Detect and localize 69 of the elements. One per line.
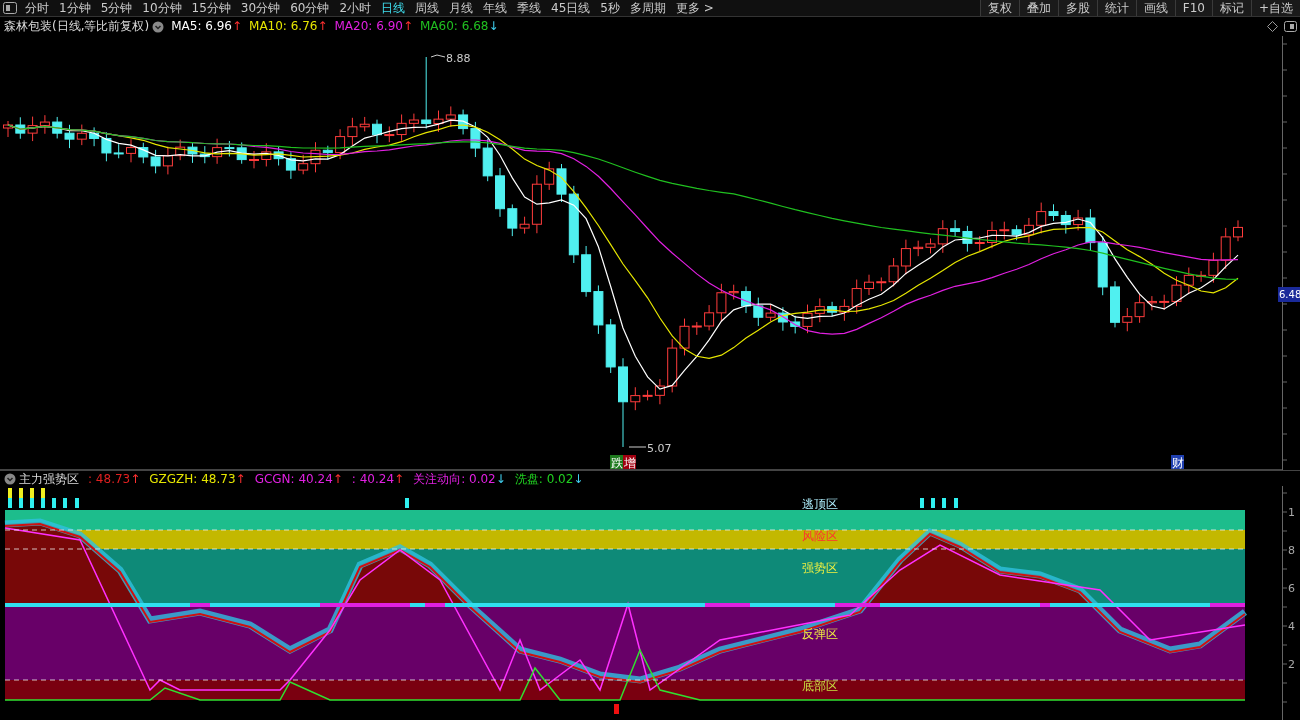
signal-marker: 跌 [610, 455, 623, 470]
stock-title: 森林包装(日线,等比前复权) [4, 18, 150, 35]
zone-label: 风险区 [802, 529, 838, 543]
toolbar-button[interactable]: 画线 [1135, 0, 1175, 16]
indicator-reading: GZGZH: 48.73 [149, 470, 236, 487]
trend-arrow: ↑ [332, 470, 343, 487]
toolbar-button[interactable]: 多股 [1057, 0, 1097, 16]
indicator-reading: : 40.24 [351, 470, 395, 487]
toolbar-button[interactable]: +自选 [1250, 0, 1300, 16]
axis-label: 8 [1288, 544, 1295, 557]
period-tab[interactable]: 多周期 [624, 0, 671, 16]
moving-average-value: MA60: 6.68 [420, 18, 489, 35]
moving-average-value: MA20: 6.90 [334, 18, 403, 35]
period-tab[interactable]: 季线 [512, 0, 547, 16]
indicator-reading: 关注动向: 0.02 [413, 470, 496, 487]
toolbar-button[interactable]: 标记 [1211, 0, 1251, 16]
panel-toggle-icon[interactable] [1284, 21, 1297, 32]
toolbar-button[interactable]: 叠加 [1018, 0, 1058, 16]
trend-arrow: ↑ [394, 470, 405, 487]
period-tab[interactable]: 1分钟 [54, 0, 96, 16]
trend-arrow: ↓ [573, 470, 584, 487]
axis-label: 4 [1288, 620, 1295, 633]
period-tab[interactable]: 10分钟 [137, 0, 187, 16]
period-tab[interactable]: 60分钟 [285, 0, 335, 16]
signal-mark [614, 704, 619, 714]
moving-average-value: MA5: 6.96 [171, 18, 232, 35]
axis-label: 1 [1288, 506, 1295, 519]
period-tab[interactable]: 30分钟 [235, 0, 286, 16]
period-tab[interactable]: 15分钟 [186, 0, 236, 16]
signal-marker: 财 [1171, 455, 1184, 470]
period-tab[interactable]: 周线 [410, 0, 445, 16]
zone-label: 底部区 [802, 679, 838, 693]
trend-arrow: ↑ [235, 470, 246, 487]
zone-label: 逃顶区 [802, 497, 838, 511]
period-tab[interactable]: 45日线 [546, 0, 596, 16]
axis-label: 2 [1288, 658, 1295, 671]
trend-arrow: ↑ [130, 470, 141, 487]
trend-arrow: ↓ [488, 18, 499, 35]
dropdown-icon[interactable] [4, 472, 16, 485]
high-price-label: 8.88 [430, 52, 471, 65]
price-tag: 6.48 [1278, 287, 1300, 302]
period-tab[interactable]: 2小时 [334, 0, 377, 16]
diamond-icon[interactable] [1267, 21, 1278, 32]
period-tab[interactable]: 5分钟 [95, 0, 138, 16]
period-tab[interactable]: 5秒 [595, 0, 625, 16]
period-tab[interactable]: 年线 [478, 0, 513, 16]
trend-arrow: ↑ [231, 18, 243, 35]
indicator-name: 主力强势区 [19, 470, 79, 487]
indicator-reading: GCGN: 40.24 [254, 470, 333, 487]
zone-label: 反弹区 [802, 627, 838, 641]
signal-marker: 增 [623, 455, 636, 470]
period-tab[interactable]: 分时 [20, 0, 54, 16]
zone-label: 强势区 [802, 561, 838, 575]
axis-label: 6 [1288, 582, 1295, 595]
panel-toggle-icon[interactable] [3, 2, 17, 14]
toolbar-button[interactable]: F10 [1174, 0, 1212, 16]
indicator-reading: : 48.73 [88, 470, 131, 487]
period-tab[interactable]: 月线 [444, 0, 479, 16]
trend-arrow: ↑ [317, 18, 328, 35]
toolbar-button[interactable]: 复权 [979, 0, 1019, 16]
low-price-label: 5.07 [628, 442, 672, 455]
moving-average-value: MA10: 6.76 [249, 18, 318, 35]
period-tab[interactable]: 日线 [376, 0, 411, 16]
toolbar-button[interactable]: 统计 [1096, 0, 1136, 16]
dropdown-icon[interactable] [152, 20, 165, 33]
period-tab[interactable]: 更多 > [670, 0, 719, 16]
trend-arrow: ↓ [495, 470, 506, 487]
trend-arrow: ↑ [402, 18, 413, 35]
indicator-reading: 洗盘: 0.02 [514, 470, 574, 487]
